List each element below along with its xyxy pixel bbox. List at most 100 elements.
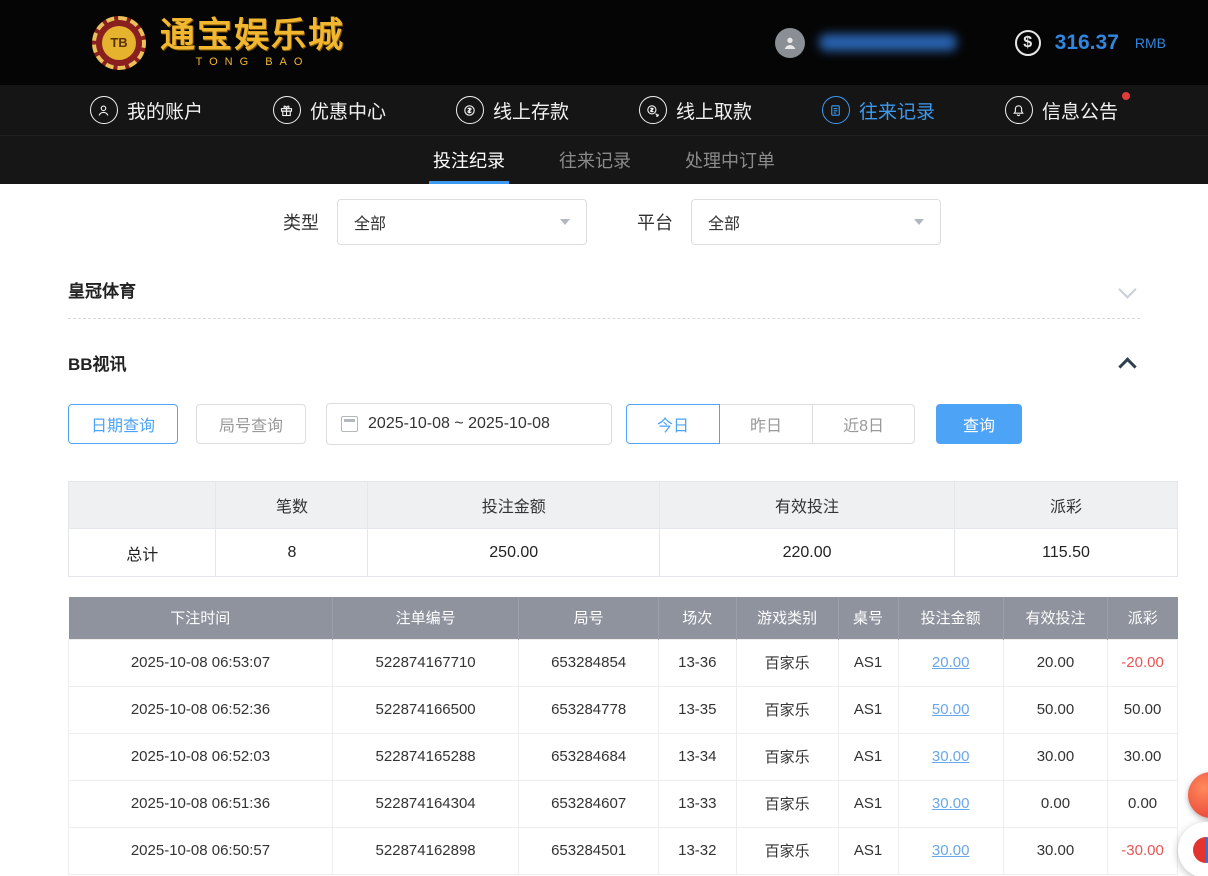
page: TB 通宝娱乐城 TONG BAO $ 316.37 RMB 我的账户 [0, 0, 1208, 876]
bet-amount-link[interactable]: 20.00 [932, 654, 970, 671]
bet-amount-link[interactable]: 50.00 [932, 701, 970, 718]
top-bar: TB 通宝娱乐城 TONG BAO $ 316.37 RMB [0, 0, 1208, 85]
bet-amount-link[interactable]: 30.00 [932, 795, 970, 812]
last-8-days-button[interactable]: 近8日 [812, 404, 915, 444]
table-row: 2025-10-08 06:52:36522874166500653284778… [69, 686, 1178, 733]
table-cell: 百家乐 [736, 639, 838, 686]
column-header: 游戏类别 [736, 597, 838, 639]
bet-amount-cell: 20.00 [898, 639, 1003, 686]
table-cell: 653284607 [519, 780, 659, 827]
column-header: 派彩 [1108, 597, 1178, 639]
table-cell: 30.00 [1003, 733, 1107, 780]
section-bb-video: BB视讯 [68, 333, 1140, 391]
balance-currency: RMB [1135, 35, 1166, 51]
bet-amount-link[interactable]: 30.00 [932, 842, 970, 859]
bet-amount-link[interactable]: 30.00 [932, 748, 970, 765]
column-header: 注单编号 [332, 597, 518, 639]
table-cell: 522874166500 [332, 686, 518, 733]
table-cell: 13-33 [658, 780, 736, 827]
service-icon [1193, 837, 1208, 863]
floating-promo-button[interactable] [1188, 772, 1208, 818]
today-button[interactable]: 今日 [626, 404, 720, 444]
table-cell: 653284501 [519, 827, 659, 874]
user-icon [782, 35, 798, 51]
table-cell: -20.00 [1108, 639, 1178, 686]
platform-select-value: 全部 [708, 210, 740, 234]
summary-header-row: 笔数 投注金额 有效投注 派彩 [69, 482, 1178, 529]
table-cell: 0.00 [1108, 780, 1178, 827]
quick-range-group: 今日 昨日 近8日 [626, 404, 915, 444]
summary-valid: 220.00 [660, 529, 955, 577]
table-cell: 653284778 [519, 686, 659, 733]
nav-label: 线上存款 [493, 97, 569, 124]
column-header: 有效投注 [1003, 597, 1107, 639]
nav-item-promotions[interactable]: 优惠中心 [273, 96, 386, 124]
table-cell: 2025-10-08 06:52:03 [69, 733, 333, 780]
chip-badge: TB [102, 26, 136, 60]
logo-text: 通宝娱乐城 TONG BAO [160, 18, 345, 68]
nav-item-records[interactable]: 往来记录 [822, 96, 935, 124]
chevron-down-icon[interactable] [1118, 280, 1136, 298]
table-cell: 13-36 [658, 639, 736, 686]
table-row: 2025-10-08 06:51:36522874164304653284607… [69, 780, 1178, 827]
nav-item-my-account[interactable]: 我的账户 [90, 96, 203, 124]
date-range-input[interactable]: 2025-10-08 ~ 2025-10-08 [326, 403, 612, 445]
table-cell: 百家乐 [736, 733, 838, 780]
table-cell: 2025-10-08 06:50:57 [69, 827, 333, 874]
type-select[interactable]: 全部 [337, 199, 587, 245]
section-title: 皇冠体育 [68, 277, 136, 302]
date-query-button[interactable]: 日期查询 [68, 404, 178, 444]
platform-select[interactable]: 全部 [691, 199, 941, 245]
chevron-up-icon[interactable] [1118, 357, 1136, 375]
tab-bet-records[interactable]: 投注纪录 [429, 136, 509, 184]
table-cell: 522874167710 [332, 639, 518, 686]
column-header: 投注金额 [898, 597, 1003, 639]
table-cell: 2025-10-08 06:52:36 [69, 686, 333, 733]
table-cell: AS1 [838, 686, 898, 733]
table-cell: 13-34 [658, 733, 736, 780]
table-cell: 522874165288 [332, 733, 518, 780]
type-select-value: 全部 [354, 210, 386, 234]
column-header: 局号 [519, 597, 659, 639]
search-button[interactable]: 查询 [936, 404, 1022, 444]
summary-payout: 115.50 [955, 529, 1178, 577]
round-query-button[interactable]: 局号查询 [196, 404, 306, 444]
nav-item-announcements[interactable]: 信息公告 [1005, 96, 1118, 124]
platform-label: 平台 [637, 209, 673, 235]
chevron-down-icon [914, 219, 924, 225]
table-cell: 30.00 [1003, 827, 1107, 874]
tab-pending-orders[interactable]: 处理中订单 [681, 136, 779, 184]
table-cell: 522874162898 [332, 827, 518, 874]
column-header: 桌号 [838, 597, 898, 639]
summary-header-payout: 派彩 [955, 482, 1178, 529]
avatar[interactable] [775, 28, 805, 58]
table-cell: -30.00 [1108, 827, 1178, 874]
brand-logo[interactable]: TB 通宝娱乐城 TONG BAO [92, 16, 345, 70]
table-cell: AS1 [838, 827, 898, 874]
bet-amount-cell: 30.00 [898, 733, 1003, 780]
filter-row: 类型 全部 平台 全部 [0, 184, 1208, 246]
type-label: 类型 [283, 209, 319, 235]
summary-table: 笔数 投注金额 有效投注 派彩 总计 8 250.00 220.00 115.5… [68, 481, 1178, 577]
bet-amount-cell: 30.00 [898, 780, 1003, 827]
tab-transaction-records[interactable]: 往来记录 [555, 136, 635, 184]
nav-label: 我的账户 [127, 97, 203, 124]
yesterday-button[interactable]: 昨日 [719, 404, 813, 444]
logo-subtitle: TONG BAO [160, 57, 345, 68]
nav-item-deposit[interactable]: 线上存款 [456, 96, 569, 124]
summary-header-bet: 投注金额 [368, 482, 660, 529]
floating-service-button[interactable] [1178, 822, 1208, 876]
gift-icon [273, 96, 301, 124]
table-cell: 0.00 [1003, 780, 1107, 827]
column-header: 场次 [658, 597, 736, 639]
bet-amount-cell: 30.00 [898, 827, 1003, 874]
section-crown-sports: 皇冠体育 [68, 260, 1140, 318]
username-masked [819, 34, 957, 51]
summary-bet: 250.00 [368, 529, 660, 577]
nav-item-withdraw[interactable]: 线上取款 [639, 96, 752, 124]
table-cell: 653284684 [519, 733, 659, 780]
account-area: $ 316.37 RMB [775, 28, 1166, 58]
table-cell: 13-32 [658, 827, 736, 874]
table-cell: 20.00 [1003, 639, 1107, 686]
table-cell: 13-35 [658, 686, 736, 733]
